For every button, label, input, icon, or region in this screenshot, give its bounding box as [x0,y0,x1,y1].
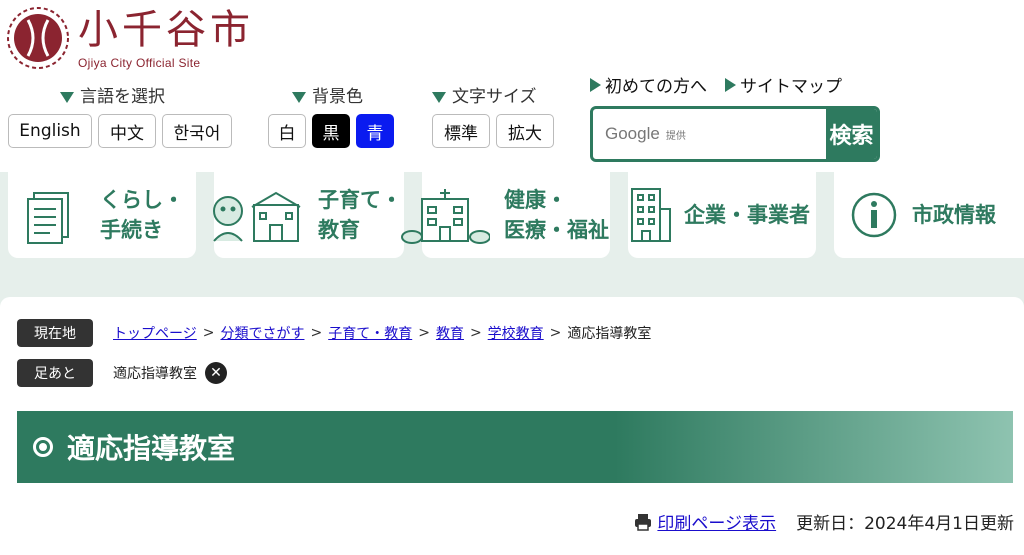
breadcrumb-label: 現在地 [17,319,93,347]
breadcrumb-link-top[interactable]: トップページ [113,323,197,343]
child-school-icon [213,191,301,242]
nav-health-line1: 健康・ [504,188,567,212]
first-time-link[interactable]: 初めての方へ [590,72,707,97]
nav-childcare-line2: 教育 [318,218,360,242]
printer-icon[interactable] [633,512,653,532]
lang-english-button[interactable]: English [8,114,92,148]
search-box: Google 提供 検索 [590,106,880,162]
breadcrumb: 現在地 トップページ > 分類でさがす > 子育て・教育 > 教育 > 学校教育… [17,319,651,347]
site-title: 小千谷市 [78,7,254,53]
footprint-item[interactable]: 適応指導教室 [113,363,197,383]
breadcrumb-current: 適応指導教室 [567,326,652,342]
triangle-right-icon [590,77,601,92]
lang-korean-button[interactable]: 한국어 [162,114,232,148]
font-large-button[interactable]: 拡大 [496,114,554,148]
font-standard-button[interactable]: 標準 [432,114,490,148]
nav-health-line2: 医療・福祉 [504,218,609,242]
print-page-link[interactable]: 印刷ページ表示 [657,509,776,534]
bullet-circle-icon [33,437,53,457]
close-icon[interactable]: ✕ [205,362,227,384]
triangle-down-icon [60,91,74,103]
site-subtitle: Ojiya City Official Site [78,56,201,70]
triangle-down-icon [432,91,446,103]
site-logo[interactable]: 小千谷市 Ojiya City Official Site [6,6,254,70]
nav-item-health[interactable]: 健康・ 医療・福祉 [401,172,610,258]
breadcrumb-link-school[interactable]: 学校教育 [488,323,544,343]
hospital-icon [401,189,490,244]
search-input[interactable] [593,109,826,159]
city-emblem-icon [7,7,69,69]
nav-item-living[interactable]: くらし・ 手続き [8,172,196,258]
quick-links: 初めての方へ サイトマップ [590,72,842,97]
documents-icon [27,192,69,244]
nav-living-line1: くらし・ [100,188,184,212]
triangle-down-icon [292,91,306,103]
footprint: 足あと 適応指導教室 ✕ [17,359,227,387]
background-label: 背景色 [312,87,363,107]
nav-item-citygov[interactable]: 市政情報 [834,172,1024,258]
nav-citygov-line1: 市政情報 [912,203,996,227]
background-color-selector: 背景色 白 黒 青 [268,86,394,148]
bg-white-button[interactable]: 白 [268,114,306,148]
footprint-label: 足あと [17,359,93,387]
office-building-icon [631,188,671,242]
updated-date: 更新日：2024年4月1日更新 [796,514,1014,534]
main-content: 現在地 トップページ > 分類でさがす > 子育て・教育 > 教育 > 学校教育… [0,297,1024,555]
site-header: 小千谷市 Ojiya City Official Site 言語を選択 Engl… [0,0,1024,172]
bg-black-button[interactable]: 黒 [312,114,350,148]
nav-business-line1: 企業・事業者 [684,203,810,227]
page-title: 適応指導教室 [67,432,236,465]
page-title-bar: 適応指導教室 [17,411,1013,483]
fontsize-label: 文字サイズ [452,87,537,107]
language-selector: 言語を選択 English 中文 한국어 [8,86,232,148]
font-size-selector: 文字サイズ 標準 拡大 [432,86,554,148]
triangle-right-icon [725,77,736,92]
bg-blue-button[interactable]: 青 [356,114,394,148]
breadcrumb-link-education[interactable]: 教育 [436,323,464,343]
breadcrumb-link-category[interactable]: 分類でさがす [220,323,304,343]
sitemap-link[interactable]: サイトマップ [725,72,842,97]
info-icon [851,192,897,238]
language-label: 言語を選択 [80,87,165,107]
nav-living-line2: 手続き [100,218,163,242]
page-meta: 印刷ページ表示 更新日：2024年4月1日更新 [633,509,1014,534]
lang-chinese-button[interactable]: 中文 [98,114,156,148]
global-nav: くらし・ 手続き 子育て・ 教育 健康・ 医療・福祉 企業・事業者 市政情報 [0,172,1024,260]
search-button[interactable]: 検索 [826,109,877,159]
breadcrumb-link-childcare[interactable]: 子育て・教育 [328,323,412,343]
nav-item-business[interactable]: 企業・事業者 [628,172,816,258]
nav-item-childcare[interactable]: 子育て・ 教育 [213,172,404,258]
nav-childcare-line1: 子育て・ [318,188,402,212]
